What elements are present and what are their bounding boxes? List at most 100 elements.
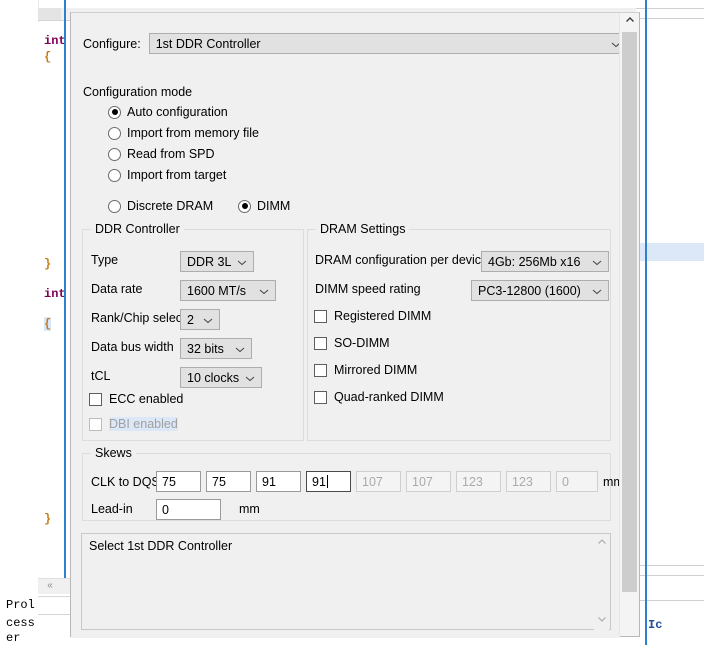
checkbox-quad-ranked-dimm[interactable]: Quad-ranked DIMM — [314, 390, 444, 404]
clk-to-dqs-input-1[interactable]: 75 — [206, 471, 251, 492]
radio-label: Read from SPD — [127, 147, 215, 161]
chevron-down-icon — [592, 257, 602, 266]
label-text: DRAM configuration per device — [315, 253, 488, 267]
chevron-down-icon — [592, 286, 602, 295]
label-text: Rank/Chip select — [91, 311, 186, 325]
rank-chip-select-combobox-value: 2 — [187, 312, 194, 327]
chevron-down-icon — [259, 286, 269, 295]
checkbox-so-dimm[interactable]: SO-DIMM — [314, 336, 390, 350]
checkbox-indicator — [89, 392, 102, 406]
clk-to-dqs-label: CLK to DQS — [91, 475, 160, 489]
code-token: { — [44, 50, 52, 64]
lead-in-unit: mm — [239, 502, 260, 516]
code-token: } — [44, 512, 52, 526]
type-combobox[interactable]: DDR 3L — [180, 251, 254, 272]
skews-group-title: Skews — [91, 446, 136, 460]
radio-auto-configuration[interactable]: Auto configuration — [108, 105, 228, 119]
right-panel-split-line — [645, 0, 647, 645]
editor-split-line — [64, 0, 66, 645]
chevron-down-icon[interactable] — [594, 614, 609, 628]
configure-combobox[interactable]: 1st DDR Controller — [148, 33, 628, 54]
radio-import-from-target[interactable]: Import from target — [108, 168, 226, 182]
checkbox-indicator — [314, 363, 327, 377]
radio-dimm[interactable]: DIMM — [238, 199, 290, 213]
configure-combobox-value: 1st DDR Controller — [155, 36, 261, 51]
chevron-down-icon — [203, 315, 213, 324]
label-text: CLK to DQS — [91, 475, 160, 489]
clk-to-dqs-input-0[interactable]: 75 — [156, 471, 201, 492]
code-line: } — [44, 257, 51, 271]
status-message-box[interactable]: Select 1st DDR Controller — [81, 533, 611, 630]
radio-label: Auto configuration — [127, 105, 228, 119]
status-box-scrollbar[interactable] — [594, 535, 609, 630]
dimm-speed-rating-combobox[interactable]: PC3-12800 (1600) — [471, 280, 609, 301]
editor-scroll-left-arrow[interactable]: « — [42, 578, 58, 593]
data-bus-width-combobox[interactable]: 32 bits — [180, 338, 252, 359]
ddr-controller-group-title: DDR Controller — [91, 222, 184, 236]
chevron-up-icon[interactable] — [594, 537, 609, 551]
label-text: tCL — [91, 369, 111, 383]
radio-label: Import from target — [127, 168, 227, 182]
checkbox-registered-dimm[interactable]: Registered DIMM — [314, 309, 431, 323]
checkbox-label: ECC enabled — [109, 392, 184, 406]
dialog-content-area: Configure: 1st DDR Controller Configurat… — [71, 13, 628, 638]
chevron-up-icon[interactable] — [620, 13, 639, 31]
clk-to-dqs-input-2[interactable]: 91 — [256, 471, 301, 492]
checkbox-indicator — [89, 417, 102, 431]
radio-discrete-dram[interactable]: Discrete DRAM — [108, 199, 213, 213]
checkbox-indicator — [314, 309, 327, 323]
code-line: int — [44, 287, 66, 301]
rank-chip-select-combobox[interactable]: 2 — [180, 309, 220, 330]
code-line: } — [44, 512, 51, 526]
radio-label: Import from memory file — [127, 126, 259, 140]
radio-indicator — [108, 147, 121, 161]
checkbox-ecc-enabled[interactable]: ECC enabled — [89, 392, 183, 406]
radio-indicator — [108, 105, 121, 119]
input-value: 75 — [162, 474, 176, 489]
input-value: 123 — [512, 474, 533, 489]
bottom-label-2: cess — [6, 616, 35, 630]
type-combobox-value: DDR 3L — [187, 254, 232, 269]
clk-to-dqs-input-6: 123 — [456, 471, 501, 492]
field-type-label: Type — [91, 253, 118, 267]
input-value: 91 — [262, 474, 276, 489]
lead-in-input[interactable]: 0 — [156, 499, 221, 520]
clk-to-dqs-input-4: 107 — [356, 471, 401, 492]
bottom-label-1: Prol — [6, 598, 35, 612]
data-rate-combobox[interactable]: 1600 MT/s — [180, 280, 276, 301]
status-message-text: Select 1st DDR Controller — [89, 539, 233, 553]
dram-configuration-combobox-value: 4Gb: 256Mb x16 — [488, 254, 581, 269]
clk-to-dqs-input-5: 107 — [406, 471, 451, 492]
code-token: { — [44, 317, 52, 331]
checkbox-mirrored-dimm[interactable]: Mirrored DIMM — [314, 363, 417, 377]
radio-indicator — [108, 168, 121, 182]
checkbox-indicator — [314, 336, 327, 350]
dialog-scrollbar-thumb[interactable] — [622, 32, 637, 592]
radio-indicator — [108, 126, 121, 140]
clk-to-dqs-input-3[interactable]: 91 — [306, 471, 351, 492]
dram-settings-group-title: DRAM Settings — [316, 222, 410, 236]
radio-read-from-spd[interactable]: Read from SPD — [108, 147, 215, 161]
radio-import-from-memory-file[interactable]: Import from memory file — [108, 126, 259, 140]
label-text: Data rate — [91, 282, 143, 296]
configuration-mode-title: Configuration mode — [83, 85, 193, 99]
chevron-down-icon — [235, 344, 245, 353]
code-line: int — [44, 34, 66, 48]
field-data-bus-width-label: Data bus width — [91, 340, 174, 354]
checkbox-label: Mirrored DIMM — [334, 363, 418, 377]
tcl-combobox[interactable]: 10 clocks — [180, 367, 262, 388]
input-value: 91 — [312, 474, 326, 489]
checkbox-label: Quad-ranked DIMM — [334, 390, 444, 404]
dialog-vertical-scrollbar[interactable] — [619, 13, 639, 636]
code-token: int — [44, 287, 66, 301]
label-text: Lead-in — [91, 502, 133, 516]
dram-configuration-combobox[interactable]: 4Gb: 256Mb x16 — [481, 251, 609, 272]
clk-to-dqs-input-8: 0 — [556, 471, 598, 492]
input-value: 0 — [162, 502, 169, 517]
ddr-configuration-dialog: Configure: 1st DDR Controller Configurat… — [70, 12, 640, 638]
input-value: 123 — [462, 474, 483, 489]
data-rate-combobox-value: 1600 MT/s — [187, 283, 247, 298]
editor-tab[interactable] — [38, 8, 61, 20]
field-dimm-speed-label: DIMM speed rating — [315, 282, 421, 296]
unit-text: mm — [239, 502, 260, 516]
